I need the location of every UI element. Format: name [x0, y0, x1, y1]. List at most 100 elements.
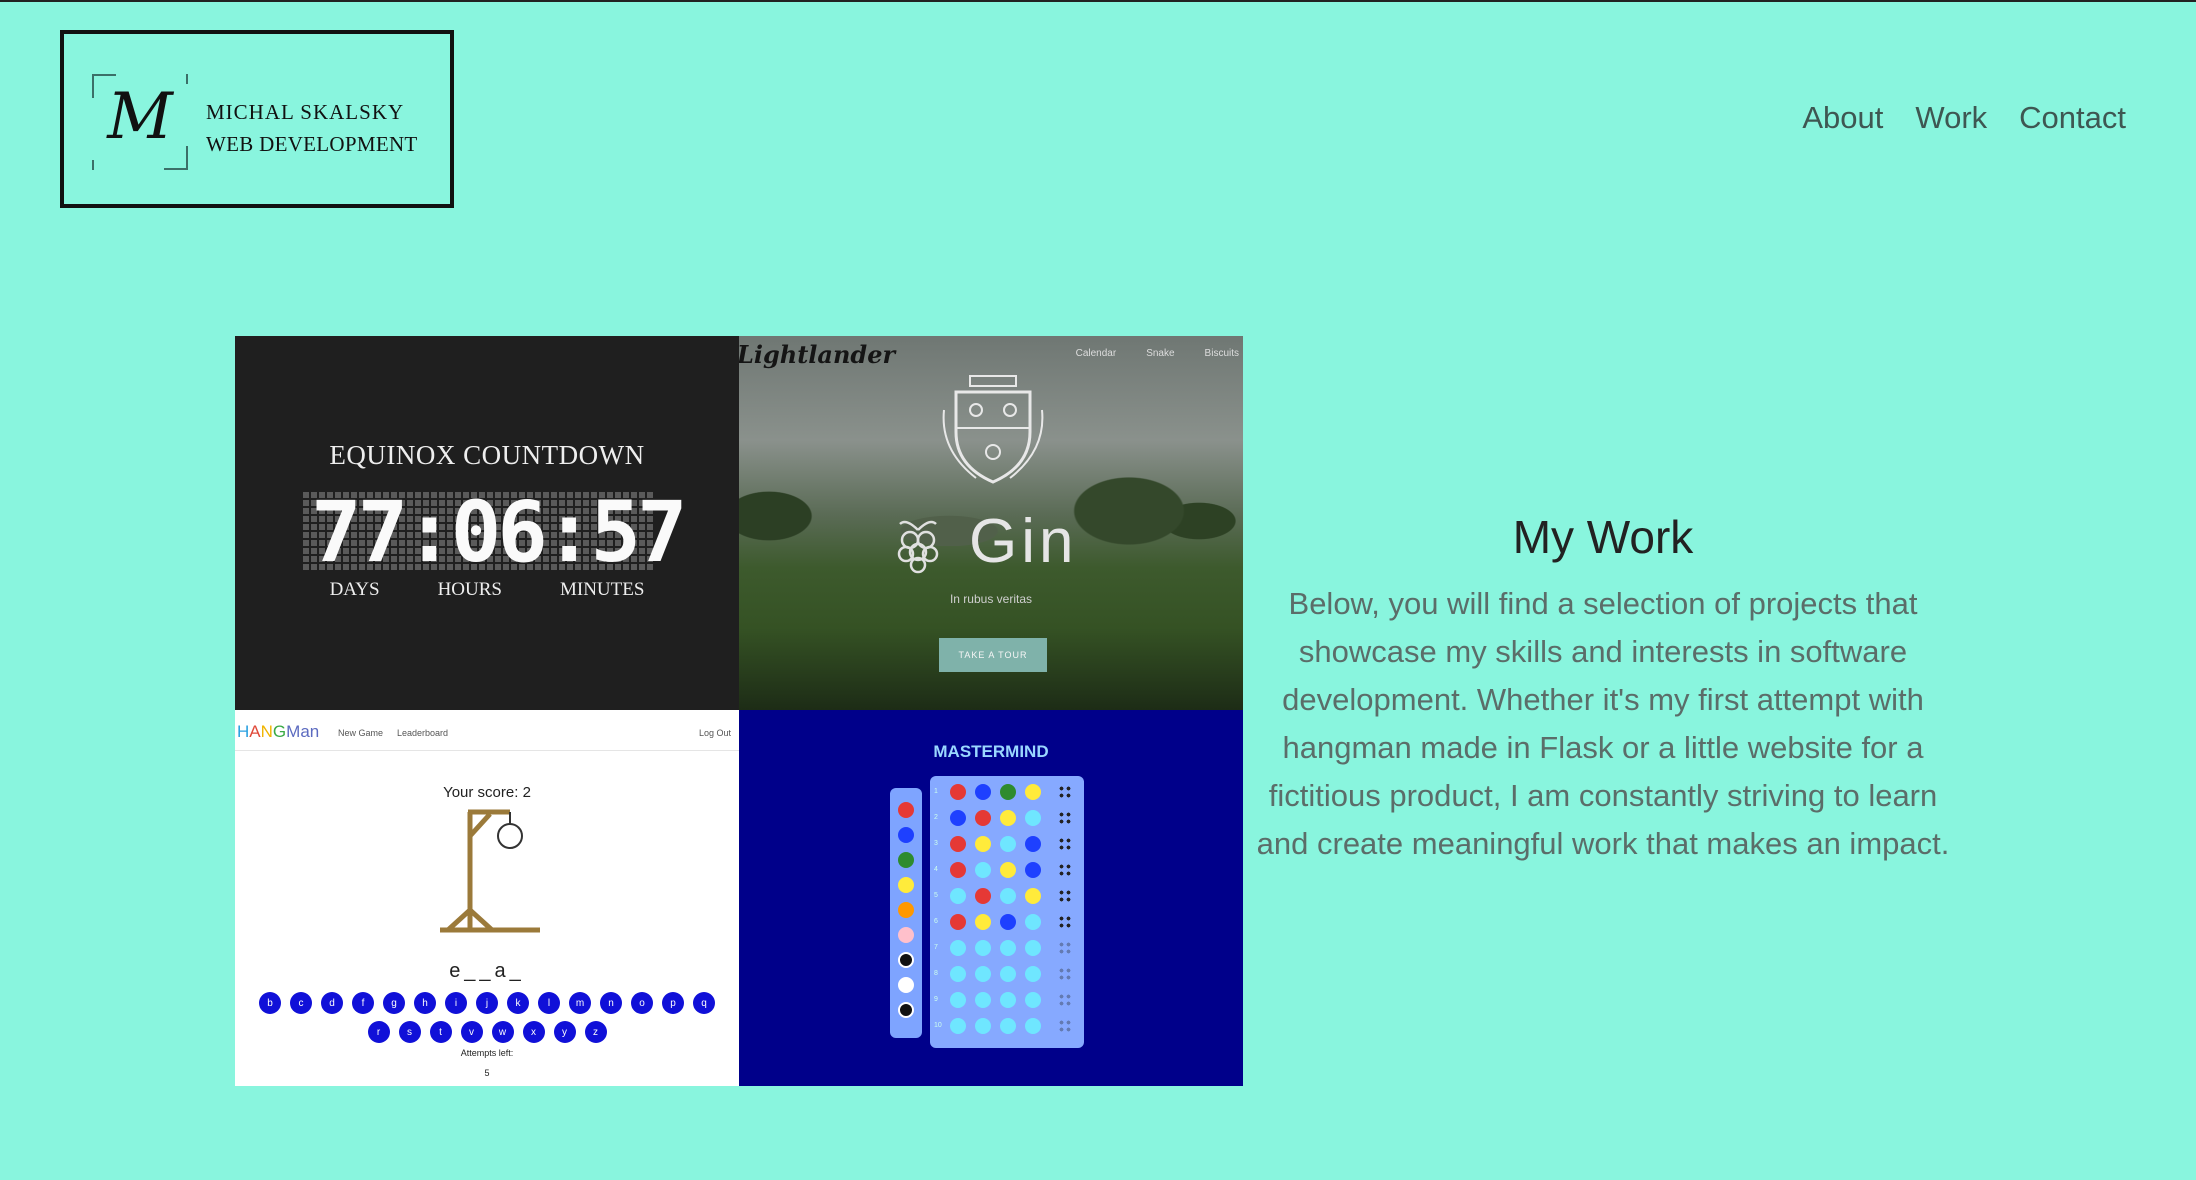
- hangman-attempts-label: Attempts left:: [460, 1048, 514, 1058]
- hangman-letter-key[interactable]: t: [429, 1021, 452, 1043]
- mastermind-peg[interactable]: [975, 862, 991, 878]
- logo-name: MICHAL SKALSKY: [206, 100, 405, 124]
- project-equinox-countdown[interactable]: EQUINOX COUNTDOWN 77:06:57 DAYS HOURS MI…: [235, 336, 739, 710]
- equinox-labels: DAYS HOURS MINUTES: [235, 579, 739, 601]
- hangman-keyboard: bcdfghijklmnopq rstvwxyz: [247, 992, 727, 1043]
- mastermind-peg[interactable]: [1025, 940, 1041, 956]
- mastermind-peg[interactable]: [975, 784, 991, 800]
- gallows-icon: [440, 809, 540, 933]
- hangman-letter-key[interactable]: h: [414, 992, 436, 1014]
- hangman-letter-key[interactable]: o: [631, 992, 653, 1014]
- raspberry-icon: [897, 520, 939, 574]
- mastermind-peg[interactable]: [1000, 966, 1016, 982]
- mastermind-peg[interactable]: [1025, 862, 1041, 878]
- palette-peg[interactable]: [898, 1002, 914, 1018]
- mastermind-peg[interactable]: [950, 862, 966, 878]
- palette-peg[interactable]: [898, 902, 914, 918]
- mastermind-peg[interactable]: [975, 992, 991, 1008]
- mastermind-peg[interactable]: [950, 836, 966, 852]
- hangman-logout: Log Out: [698, 728, 731, 738]
- mastermind-peg[interactable]: [975, 836, 991, 852]
- mastermind-feedback: [1058, 941, 1072, 955]
- mastermind-peg[interactable]: [950, 914, 966, 930]
- hangman-letter-key[interactable]: f: [352, 992, 374, 1014]
- site-logo[interactable]: M MICHAL SKALSKY WEB DEVELOPMENT: [60, 30, 454, 208]
- hangman-letter-key[interactable]: d: [321, 992, 343, 1014]
- hangman-letter-key[interactable]: w: [491, 1021, 514, 1043]
- mastermind-peg[interactable]: [1000, 784, 1016, 800]
- hangman-letter-key[interactable]: x: [522, 1021, 545, 1043]
- hangman-letter-key[interactable]: n: [600, 992, 622, 1014]
- mastermind-peg[interactable]: [1000, 836, 1016, 852]
- hangman-letter-key[interactable]: p: [662, 992, 684, 1014]
- hangman-letter-key[interactable]: i: [445, 992, 467, 1014]
- mastermind-feedback: [1058, 811, 1072, 825]
- mastermind-peg[interactable]: [1000, 992, 1016, 1008]
- project-lightlander-gin[interactable]: Lightlander Calendar Snake Biscuits Gin …: [739, 336, 1243, 710]
- nav-contact[interactable]: Contact: [2019, 100, 2126, 136]
- nav-work[interactable]: Work: [1915, 100, 1987, 136]
- mastermind-peg[interactable]: [950, 810, 966, 826]
- mastermind-peg[interactable]: [1025, 810, 1041, 826]
- mastermind-peg[interactable]: [1000, 914, 1016, 930]
- palette-peg[interactable]: [898, 977, 914, 993]
- hangman-letter-key[interactable]: y: [553, 1021, 576, 1043]
- palette-peg[interactable]: [898, 952, 914, 968]
- mastermind-peg[interactable]: [1000, 888, 1016, 904]
- palette-peg[interactable]: [898, 877, 914, 893]
- mastermind-peg[interactable]: [1025, 966, 1041, 982]
- hangman-letter-key[interactable]: m: [569, 992, 591, 1014]
- mastermind-peg[interactable]: [950, 940, 966, 956]
- mastermind-peg[interactable]: [1025, 888, 1041, 904]
- logo-text: MICHAL SKALSKY WEB DEVELOPMENT: [206, 96, 418, 160]
- take-a-tour-button[interactable]: TAKE A TOUR: [939, 638, 1047, 672]
- gin-motto: In rubus veritas: [949, 592, 1033, 606]
- hangman-letter-key[interactable]: c: [290, 992, 312, 1014]
- mastermind-peg[interactable]: [975, 1018, 991, 1034]
- mastermind-peg[interactable]: [950, 1018, 966, 1034]
- hangman-letter-key[interactable]: l: [538, 992, 560, 1014]
- hangman-letter-key[interactable]: q: [693, 992, 715, 1014]
- mastermind-peg[interactable]: [1025, 914, 1041, 930]
- hangman-letter-key[interactable]: z: [584, 1021, 607, 1043]
- mastermind-peg[interactable]: [1025, 992, 1041, 1008]
- logo-monogram: M: [92, 74, 188, 170]
- mastermind-peg[interactable]: [975, 914, 991, 930]
- mastermind-feedback: [1058, 993, 1072, 1007]
- hangman-letter-key[interactable]: v: [460, 1021, 483, 1043]
- gin-menu: Calendar Snake Biscuits: [1076, 348, 1239, 359]
- mastermind-peg[interactable]: [1025, 1018, 1041, 1034]
- hangman-letter-key[interactable]: r: [367, 1021, 390, 1043]
- hangman-letter-key[interactable]: s: [398, 1021, 421, 1043]
- hangman-letter-key[interactable]: j: [476, 992, 498, 1014]
- hangman-letter-key[interactable]: g: [383, 992, 405, 1014]
- mastermind-row-number: 7: [934, 944, 938, 951]
- mastermind-peg[interactable]: [1000, 940, 1016, 956]
- mastermind-peg[interactable]: [950, 784, 966, 800]
- palette-peg[interactable]: [898, 802, 914, 818]
- nav-about[interactable]: About: [1802, 100, 1883, 136]
- gin-brand: Lightlander: [739, 340, 896, 369]
- mastermind-peg[interactable]: [1000, 1018, 1016, 1034]
- project-mastermind[interactable]: MASTERMIND 1 2 3 4 5 6 7 8 9 10: [739, 710, 1243, 1086]
- mastermind-peg[interactable]: [1000, 862, 1016, 878]
- mastermind-peg[interactable]: [1000, 810, 1016, 826]
- gin-menu-item: Snake: [1146, 348, 1175, 359]
- mastermind-peg[interactable]: [975, 888, 991, 904]
- gin-menu-item: Biscuits: [1204, 348, 1239, 359]
- project-hangman[interactable]: HANGMan New Game Leaderboard Log Out You…: [235, 710, 739, 1086]
- mastermind-row-number: 10: [934, 1022, 942, 1029]
- mastermind-peg[interactable]: [1025, 836, 1041, 852]
- palette-peg[interactable]: [898, 927, 914, 943]
- mastermind-peg[interactable]: [950, 992, 966, 1008]
- mastermind-peg[interactable]: [1025, 784, 1041, 800]
- mastermind-peg[interactable]: [950, 966, 966, 982]
- mastermind-peg[interactable]: [975, 940, 991, 956]
- hangman-letter-key[interactable]: k: [507, 992, 529, 1014]
- mastermind-peg[interactable]: [975, 810, 991, 826]
- palette-peg[interactable]: [898, 827, 914, 843]
- mastermind-peg[interactable]: [950, 888, 966, 904]
- palette-peg[interactable]: [898, 852, 914, 868]
- hangman-letter-key[interactable]: b: [259, 992, 281, 1014]
- mastermind-peg[interactable]: [975, 966, 991, 982]
